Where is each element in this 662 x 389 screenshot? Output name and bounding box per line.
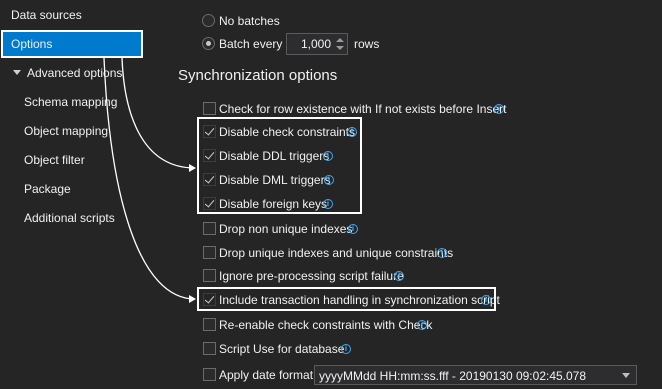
option-label-drop-unique-indexes: Drop unique indexes and unique constrain… bbox=[219, 246, 454, 260]
sidebar-item-schema-mapping[interactable]: Schema mapping bbox=[0, 91, 150, 113]
sidebar-item-object-filter[interactable]: Object filter bbox=[0, 149, 150, 171]
stepper-up-icon[interactable] bbox=[336, 38, 344, 42]
option-checkbox-drop-non-unique-indexes[interactable] bbox=[203, 222, 216, 235]
option-label-disable-check-constraints: Disable check constraints bbox=[219, 125, 356, 139]
expand-triangle-icon[interactable] bbox=[13, 70, 21, 76]
option-label-drop-non-unique-indexes: Drop non unique indexes bbox=[219, 222, 353, 236]
batch-rows-value[interactable]: 1,000 bbox=[287, 36, 331, 52]
sidebar-item-label: Options bbox=[11, 37, 53, 51]
stepper-down-icon[interactable] bbox=[336, 46, 344, 50]
option-checkbox-script-use[interactable] bbox=[203, 342, 216, 355]
option-label-disable-ddl-triggers: Disable DDL triggers bbox=[219, 149, 330, 163]
option-checkbox-row-existence[interactable] bbox=[203, 102, 216, 115]
sidebar: Data sources Options Advanced options Sc… bbox=[0, 0, 150, 389]
sidebar-item-label: Object mapping bbox=[24, 124, 109, 138]
no-batches-label: No batches bbox=[219, 14, 280, 28]
batch-every-label: Batch every bbox=[219, 37, 283, 51]
option-label-re-enable-check: Re-enable check constraints with Check bbox=[219, 318, 433, 332]
chevron-down-icon[interactable] bbox=[622, 373, 630, 378]
option-label-script-use: Script Use for database bbox=[219, 342, 345, 356]
info-icon[interactable]: i bbox=[341, 344, 351, 354]
info-icon[interactable]: i bbox=[323, 151, 333, 161]
option-label-disable-dml-triggers: Disable DML triggers bbox=[219, 173, 331, 187]
option-checkbox-disable-ddl-triggers[interactable] bbox=[203, 149, 216, 162]
info-icon[interactable]: i bbox=[494, 104, 504, 114]
info-icon[interactable]: i bbox=[324, 175, 334, 185]
sidebar-item-label: Additional scripts bbox=[24, 211, 115, 225]
option-label-row-existence: Check for row existence with If not exis… bbox=[219, 102, 507, 116]
option-checkbox-re-enable-check[interactable] bbox=[203, 318, 216, 331]
sidebar-item-label: Advanced options bbox=[27, 66, 123, 80]
option-checkbox-disable-check-constraints[interactable] bbox=[203, 125, 216, 138]
option-label-disable-foreign-keys: Disable foreign keys bbox=[219, 197, 328, 211]
rows-label: rows bbox=[354, 37, 380, 51]
sidebar-item-options[interactable]: Options bbox=[1, 30, 143, 58]
option-checkbox-disable-dml-triggers[interactable] bbox=[203, 173, 216, 186]
option-label-ignore-pre-processing: Ignore pre-processing script failure bbox=[219, 269, 404, 283]
sidebar-item-additional-scripts[interactable]: Additional scripts bbox=[0, 207, 150, 229]
option-checkbox-disable-foreign-keys[interactable] bbox=[203, 197, 216, 210]
info-icon[interactable]: i bbox=[394, 271, 404, 281]
option-checkbox-ignore-pre-processing[interactable] bbox=[203, 269, 216, 282]
no-batches-radio[interactable] bbox=[202, 14, 215, 27]
option-checkbox-include-transaction[interactable] bbox=[203, 293, 216, 306]
sidebar-item-label: Package bbox=[24, 182, 71, 196]
sidebar-item-package[interactable]: Package bbox=[0, 178, 150, 200]
option-label-include-transaction: Include transaction handling in synchron… bbox=[219, 293, 500, 307]
date-format-dropdown[interactable]: yyyyMMdd HH:mm:ss.fff - 20190130 09:02:4… bbox=[314, 365, 637, 385]
sidebar-item-advanced-options[interactable]: Advanced options bbox=[0, 62, 150, 84]
batch-every-radio[interactable] bbox=[202, 37, 215, 50]
sidebar-item-data-sources[interactable]: Data sources bbox=[0, 4, 150, 26]
sidebar-item-label: Schema mapping bbox=[24, 95, 118, 109]
option-checkbox-drop-unique-indexes[interactable] bbox=[203, 246, 216, 259]
options-page: Data sources Options Advanced options Sc… bbox=[0, 0, 662, 389]
sync-options-title: Synchronization options bbox=[178, 67, 338, 84]
info-icon[interactable]: i bbox=[347, 127, 357, 137]
info-icon[interactable]: i bbox=[481, 295, 491, 305]
info-icon[interactable]: i bbox=[348, 224, 358, 234]
info-icon[interactable]: i bbox=[323, 199, 333, 209]
sidebar-item-label: Object filter bbox=[24, 153, 85, 167]
stepper-buttons bbox=[334, 35, 346, 53]
option-checkbox-apply-date-format[interactable] bbox=[203, 368, 216, 381]
info-icon[interactable]: i bbox=[437, 248, 447, 258]
option-label-apply-date-format: Apply date format: bbox=[219, 368, 317, 382]
batch-rows-stepper[interactable]: 1,000 bbox=[286, 33, 348, 55]
sidebar-item-label: Data sources bbox=[11, 8, 82, 22]
date-format-value: yyyyMMdd HH:mm:ss.fff - 20190130 09:02:4… bbox=[319, 369, 587, 383]
info-icon[interactable]: i bbox=[417, 320, 427, 330]
sidebar-item-object-mapping[interactable]: Object mapping bbox=[0, 120, 150, 142]
